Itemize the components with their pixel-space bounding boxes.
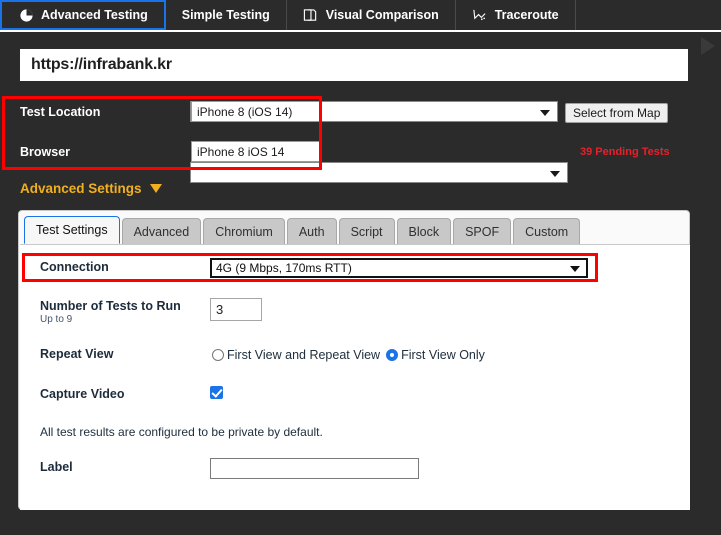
chevron-down-icon: [550, 170, 560, 177]
tab-advanced-testing[interactable]: Advanced Testing: [0, 0, 166, 30]
url-input[interactable]: https://infrabank.kr: [20, 49, 688, 81]
tab-traceroute[interactable]: Traceroute: [455, 0, 576, 30]
connection-value: 4G (9 Mbps, 170ms RTT): [216, 261, 352, 275]
main-tab-bar: Advanced Testing Simple Testing Visual C…: [0, 0, 721, 30]
label-field-row: Label: [40, 460, 73, 474]
connection-row: Connection: [40, 260, 109, 274]
browser-label: Browser: [20, 145, 71, 159]
test-location-row: Test Location: [20, 101, 190, 123]
subtab-auth[interactable]: Auth: [286, 218, 337, 244]
radio-icon[interactable]: [212, 349, 224, 361]
radio-label: First View Only: [401, 348, 485, 362]
subtab-advanced[interactable]: Advanced: [121, 218, 202, 244]
pending-tests-status: 39 Pending Tests: [580, 146, 670, 158]
route-line-icon: [472, 7, 488, 23]
number-of-tests-sublabel: Up to 9: [40, 314, 73, 325]
label-field-label: Label: [40, 460, 73, 474]
test-location-label: Test Location: [20, 105, 101, 119]
capture-video-checkbox[interactable]: [210, 386, 223, 399]
collapse-arrow-icon[interactable]: [701, 37, 715, 55]
radio-label: First View and Repeat View: [227, 348, 381, 362]
subtab-spof[interactable]: SPOF: [453, 218, 512, 244]
pie-chart-icon: [18, 7, 34, 23]
subtab-custom[interactable]: Custom: [513, 218, 581, 244]
number-of-tests-input[interactable]: [210, 298, 262, 321]
capture-video-row: Capture Video: [40, 387, 125, 401]
connection-label: Connection: [40, 260, 109, 274]
connection-select[interactable]: 4G (9 Mbps, 170ms RTT): [210, 258, 588, 278]
number-of-tests-label: Number of Tests to Run: [40, 299, 181, 313]
subtab-label: Block: [408, 224, 440, 239]
advanced-settings-label: Advanced Settings: [20, 181, 142, 196]
select-from-map-button[interactable]: Select from Map: [565, 103, 669, 123]
radio-icon-selected[interactable]: [386, 349, 399, 361]
check-icon: [211, 386, 223, 398]
privacy-note: All test results are configured to be pr…: [40, 425, 323, 439]
number-of-tests-row: Number of Tests to Run Up to 9: [40, 299, 181, 325]
tab-visual-comparison[interactable]: Visual Comparison: [286, 0, 456, 30]
repeat-view-row: Repeat View: [40, 347, 113, 361]
subtab-label: Advanced: [133, 224, 190, 239]
radio-first-view-only[interactable]: First View Only: [386, 348, 485, 362]
url-value: https://infrabank.kr: [31, 56, 172, 73]
subtab-script[interactable]: Script: [338, 218, 395, 244]
chevron-down-icon: [540, 109, 550, 116]
capture-video-label: Capture Video: [40, 387, 125, 401]
subtab-chromium[interactable]: Chromium: [203, 218, 285, 244]
label-input[interactable]: [210, 458, 419, 479]
subtab-block[interactable]: Block: [396, 218, 452, 244]
subtab-label: SPOF: [465, 224, 500, 239]
browser-row: Browser: [20, 141, 190, 163]
subtab-label: Test Settings: [36, 223, 108, 237]
tab-label: Advanced Testing: [41, 8, 148, 22]
repeat-view-label: Repeat View: [40, 347, 114, 361]
browser-select[interactable]: [190, 162, 568, 183]
advanced-settings-toggle[interactable]: Advanced Settings: [20, 181, 162, 196]
subtab-label: Script: [350, 224, 383, 239]
tab-label: Simple Testing: [181, 8, 270, 22]
tab-simple-testing[interactable]: Simple Testing: [165, 0, 287, 30]
subtab-label: Chromium: [215, 224, 273, 239]
repeat-view-radio-group: First View and Repeat View First View On…: [212, 348, 485, 362]
chevron-down-icon: [149, 184, 162, 193]
radio-first-and-repeat-view[interactable]: First View and Repeat View: [212, 348, 380, 362]
tab-label: Traceroute: [494, 8, 559, 22]
test-location-value[interactable]: iPhone 8 (iOS 14): [191, 101, 321, 122]
subtab-label: Custom: [525, 224, 569, 239]
settings-sub-tab-bar: Test Settings Advanced Chromium Auth Scr…: [24, 216, 581, 244]
browser-value[interactable]: iPhone 8 iOS 14: [191, 141, 321, 162]
chevron-down-icon: [570, 266, 580, 272]
tab-label: Visual Comparison: [325, 8, 439, 22]
subtab-label: Auth: [298, 224, 325, 239]
pages-icon: [303, 7, 319, 23]
subtab-test-settings[interactable]: Test Settings: [24, 216, 120, 244]
